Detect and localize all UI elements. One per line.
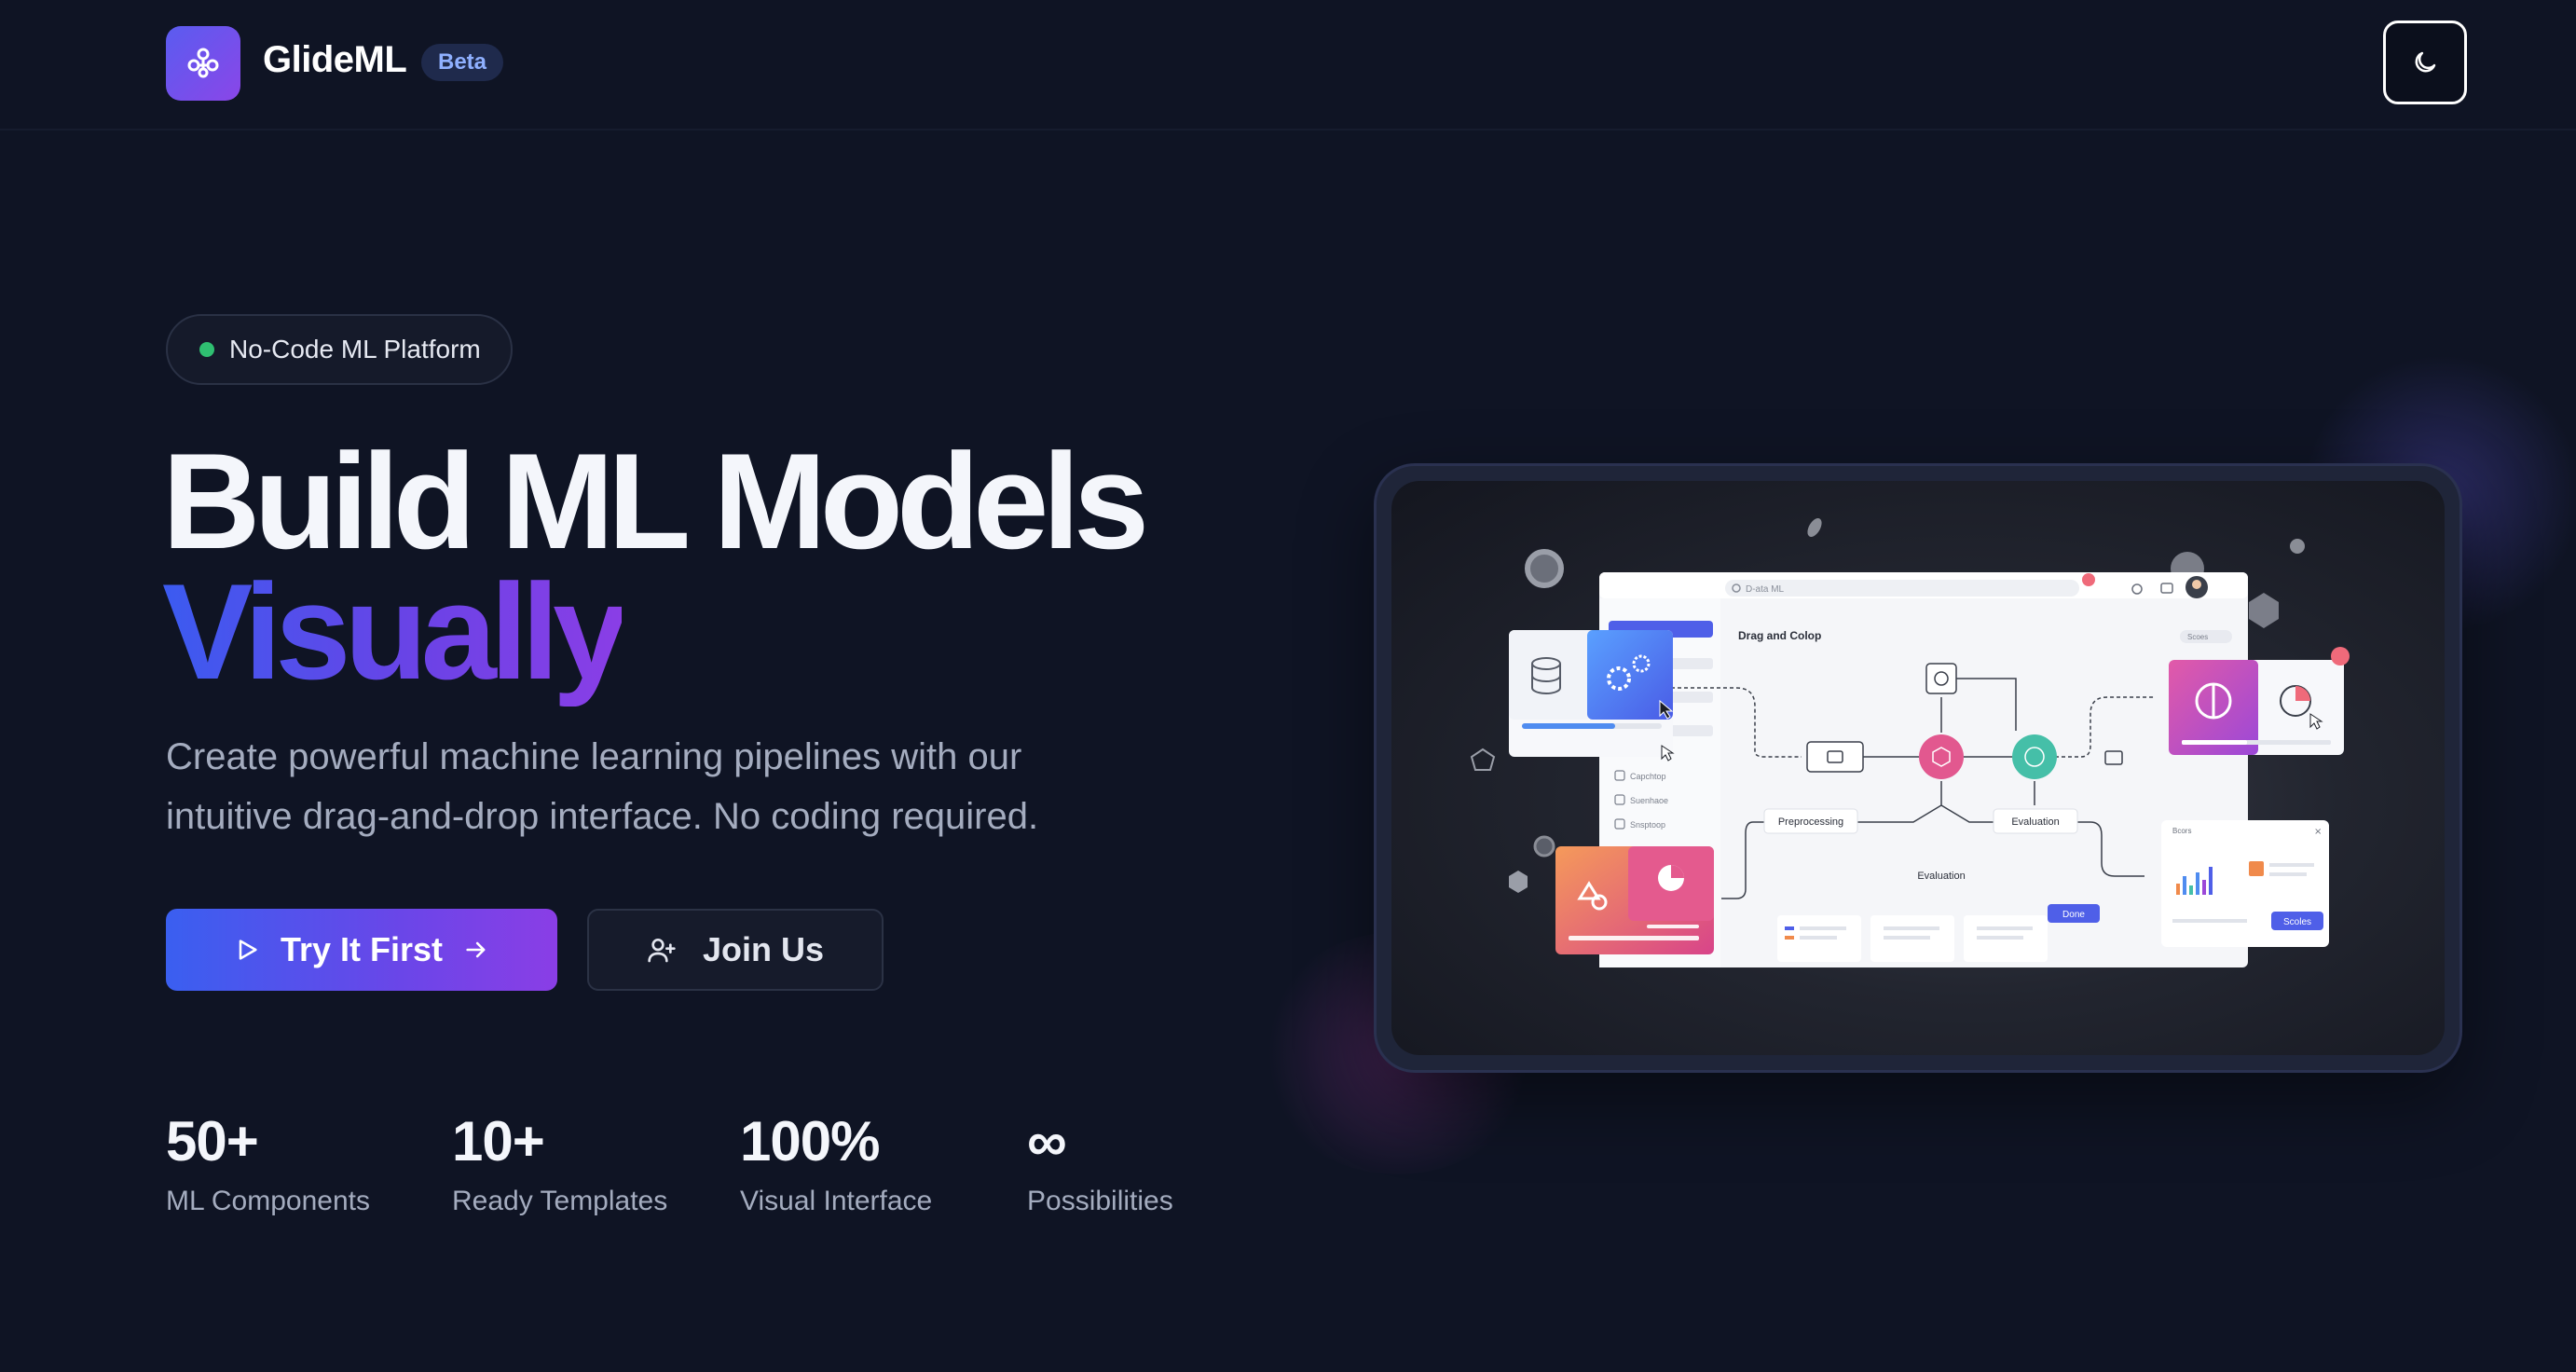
user-avatar-face xyxy=(2192,580,2201,589)
showcase-screen: D-ata ML Capchtop Suenhaoe Snsptoop Drag… xyxy=(1391,481,2445,1055)
scores-button-label: Scoles xyxy=(2283,917,2311,927)
deco-pentagon xyxy=(1470,748,1496,771)
bar-mark xyxy=(2189,885,2193,895)
play-icon xyxy=(239,940,257,960)
deco-leaf xyxy=(1807,518,1822,537)
stat-value: 100% xyxy=(740,1110,880,1173)
preprocessing-label: Preprocessing xyxy=(1778,816,1843,828)
mini-card-line xyxy=(1800,936,1837,940)
sidebar-item: Snsptoop xyxy=(1630,820,1665,830)
user-plus-icon xyxy=(648,939,676,963)
product-showcase: D-ata ML Capchtop Suenhaoe Snsptoop Drag… xyxy=(1374,463,2462,1073)
mini-card-bar xyxy=(1785,926,1794,930)
data-card-progress-fill xyxy=(1522,723,1615,729)
stat-possibilities: ∞ Possibilities xyxy=(1027,1109,1173,1217)
network-logo-icon xyxy=(187,48,219,78)
canvas-chip-label: Scoes xyxy=(2187,633,2208,641)
stat-label: Ready Templates xyxy=(452,1186,668,1216)
scores-card-title: Bcors xyxy=(2172,827,2191,835)
pipeline-node-data xyxy=(1806,741,1864,773)
try-it-first-label: Try It First xyxy=(280,930,444,968)
bar-mark xyxy=(2209,867,2213,895)
top-nav: GlideML Beta xyxy=(0,0,2576,130)
deco-dot xyxy=(2290,539,2305,554)
evaluation-section-label: Evaluation xyxy=(1917,871,1965,882)
stat-components: 50+ ML Components xyxy=(166,1109,370,1217)
stat-label: Visual Interface xyxy=(740,1186,933,1216)
deco-hexagon xyxy=(2249,593,2279,628)
evaluation-label: Evaluation xyxy=(2011,816,2059,828)
arrow-right-icon xyxy=(466,941,486,958)
stat-value: 50+ xyxy=(166,1110,259,1173)
ai-card-progress-fill xyxy=(2182,740,2247,745)
bar-mark xyxy=(2183,876,2186,895)
notification-badge xyxy=(2082,573,2095,586)
mini-card-line xyxy=(1884,926,1939,930)
landing-page: GlideML Beta No-Code ML Platform Build M… xyxy=(0,0,2576,1372)
brand-name[interactable]: GlideML xyxy=(263,39,407,81)
scores-line xyxy=(2269,863,2314,867)
sidebar-item: Suenhaoe xyxy=(1630,796,1668,805)
canvas-title: Drag and Colop xyxy=(1738,629,1821,642)
platform-pill: No-Code ML Platform xyxy=(166,314,513,385)
bar-mark xyxy=(2196,872,2199,895)
notification-badge-red xyxy=(2331,647,2350,665)
try-it-first-button[interactable]: Try It First xyxy=(166,909,557,991)
status-dot xyxy=(199,342,214,357)
stat-visual: 100% Visual Interface xyxy=(740,1109,932,1217)
mini-card-line xyxy=(1977,926,2033,930)
pipeline-node-train xyxy=(2012,734,2057,779)
join-us-button[interactable]: Join Us xyxy=(587,909,884,991)
bar-mark xyxy=(2202,880,2206,895)
stat-label: Possibilities xyxy=(1027,1186,1173,1216)
orange-square xyxy=(2249,861,2264,876)
hero-title-line1: Build ML Models xyxy=(162,425,1149,577)
mini-card-line xyxy=(1884,936,1930,940)
pipeline-node-settings xyxy=(1925,663,1957,694)
close-icon: × xyxy=(2314,827,2322,837)
logo[interactable] xyxy=(166,26,240,101)
deco-ring xyxy=(1525,549,1564,588)
deco-ring-small xyxy=(1533,835,1555,858)
moon-icon xyxy=(2415,51,2436,73)
scores-line xyxy=(2269,872,2307,876)
stat-templates: 10+ Ready Templates xyxy=(452,1109,667,1217)
scores-line xyxy=(2172,919,2247,923)
deco-hexagon-small xyxy=(1509,871,1528,893)
app-search-text: D-ata ML xyxy=(1746,584,1785,595)
done-label: Done xyxy=(2062,910,2085,920)
mini-card-line xyxy=(1977,936,2023,940)
sidebar-item: Capchtop xyxy=(1630,772,1666,781)
stat-label: ML Components xyxy=(166,1186,370,1216)
pipeline-illustration: D-ata ML Capchtop Suenhaoe Snsptoop Drag… xyxy=(1470,518,2350,967)
beta-badge: Beta xyxy=(421,44,504,81)
bar-mark xyxy=(2176,884,2180,895)
chart-card-line xyxy=(1569,936,1699,940)
join-us-label: Join Us xyxy=(702,930,825,968)
stat-value: ∞ xyxy=(1027,1110,1067,1173)
stat-value: 10+ xyxy=(452,1110,545,1173)
mini-card-line xyxy=(1800,926,1846,930)
theme-toggle-button[interactable] xyxy=(2383,21,2467,104)
chart-card-line xyxy=(1647,925,1699,928)
pipeline-node-model xyxy=(1919,734,1964,779)
hero-subtitle: Create powerful machine learning pipelin… xyxy=(166,736,1039,837)
mini-card-bar xyxy=(1785,936,1794,940)
hero-title-line2: Visually xyxy=(162,556,628,707)
pill-label: No-Code ML Platform xyxy=(229,335,481,364)
database-tile xyxy=(1509,630,1591,720)
